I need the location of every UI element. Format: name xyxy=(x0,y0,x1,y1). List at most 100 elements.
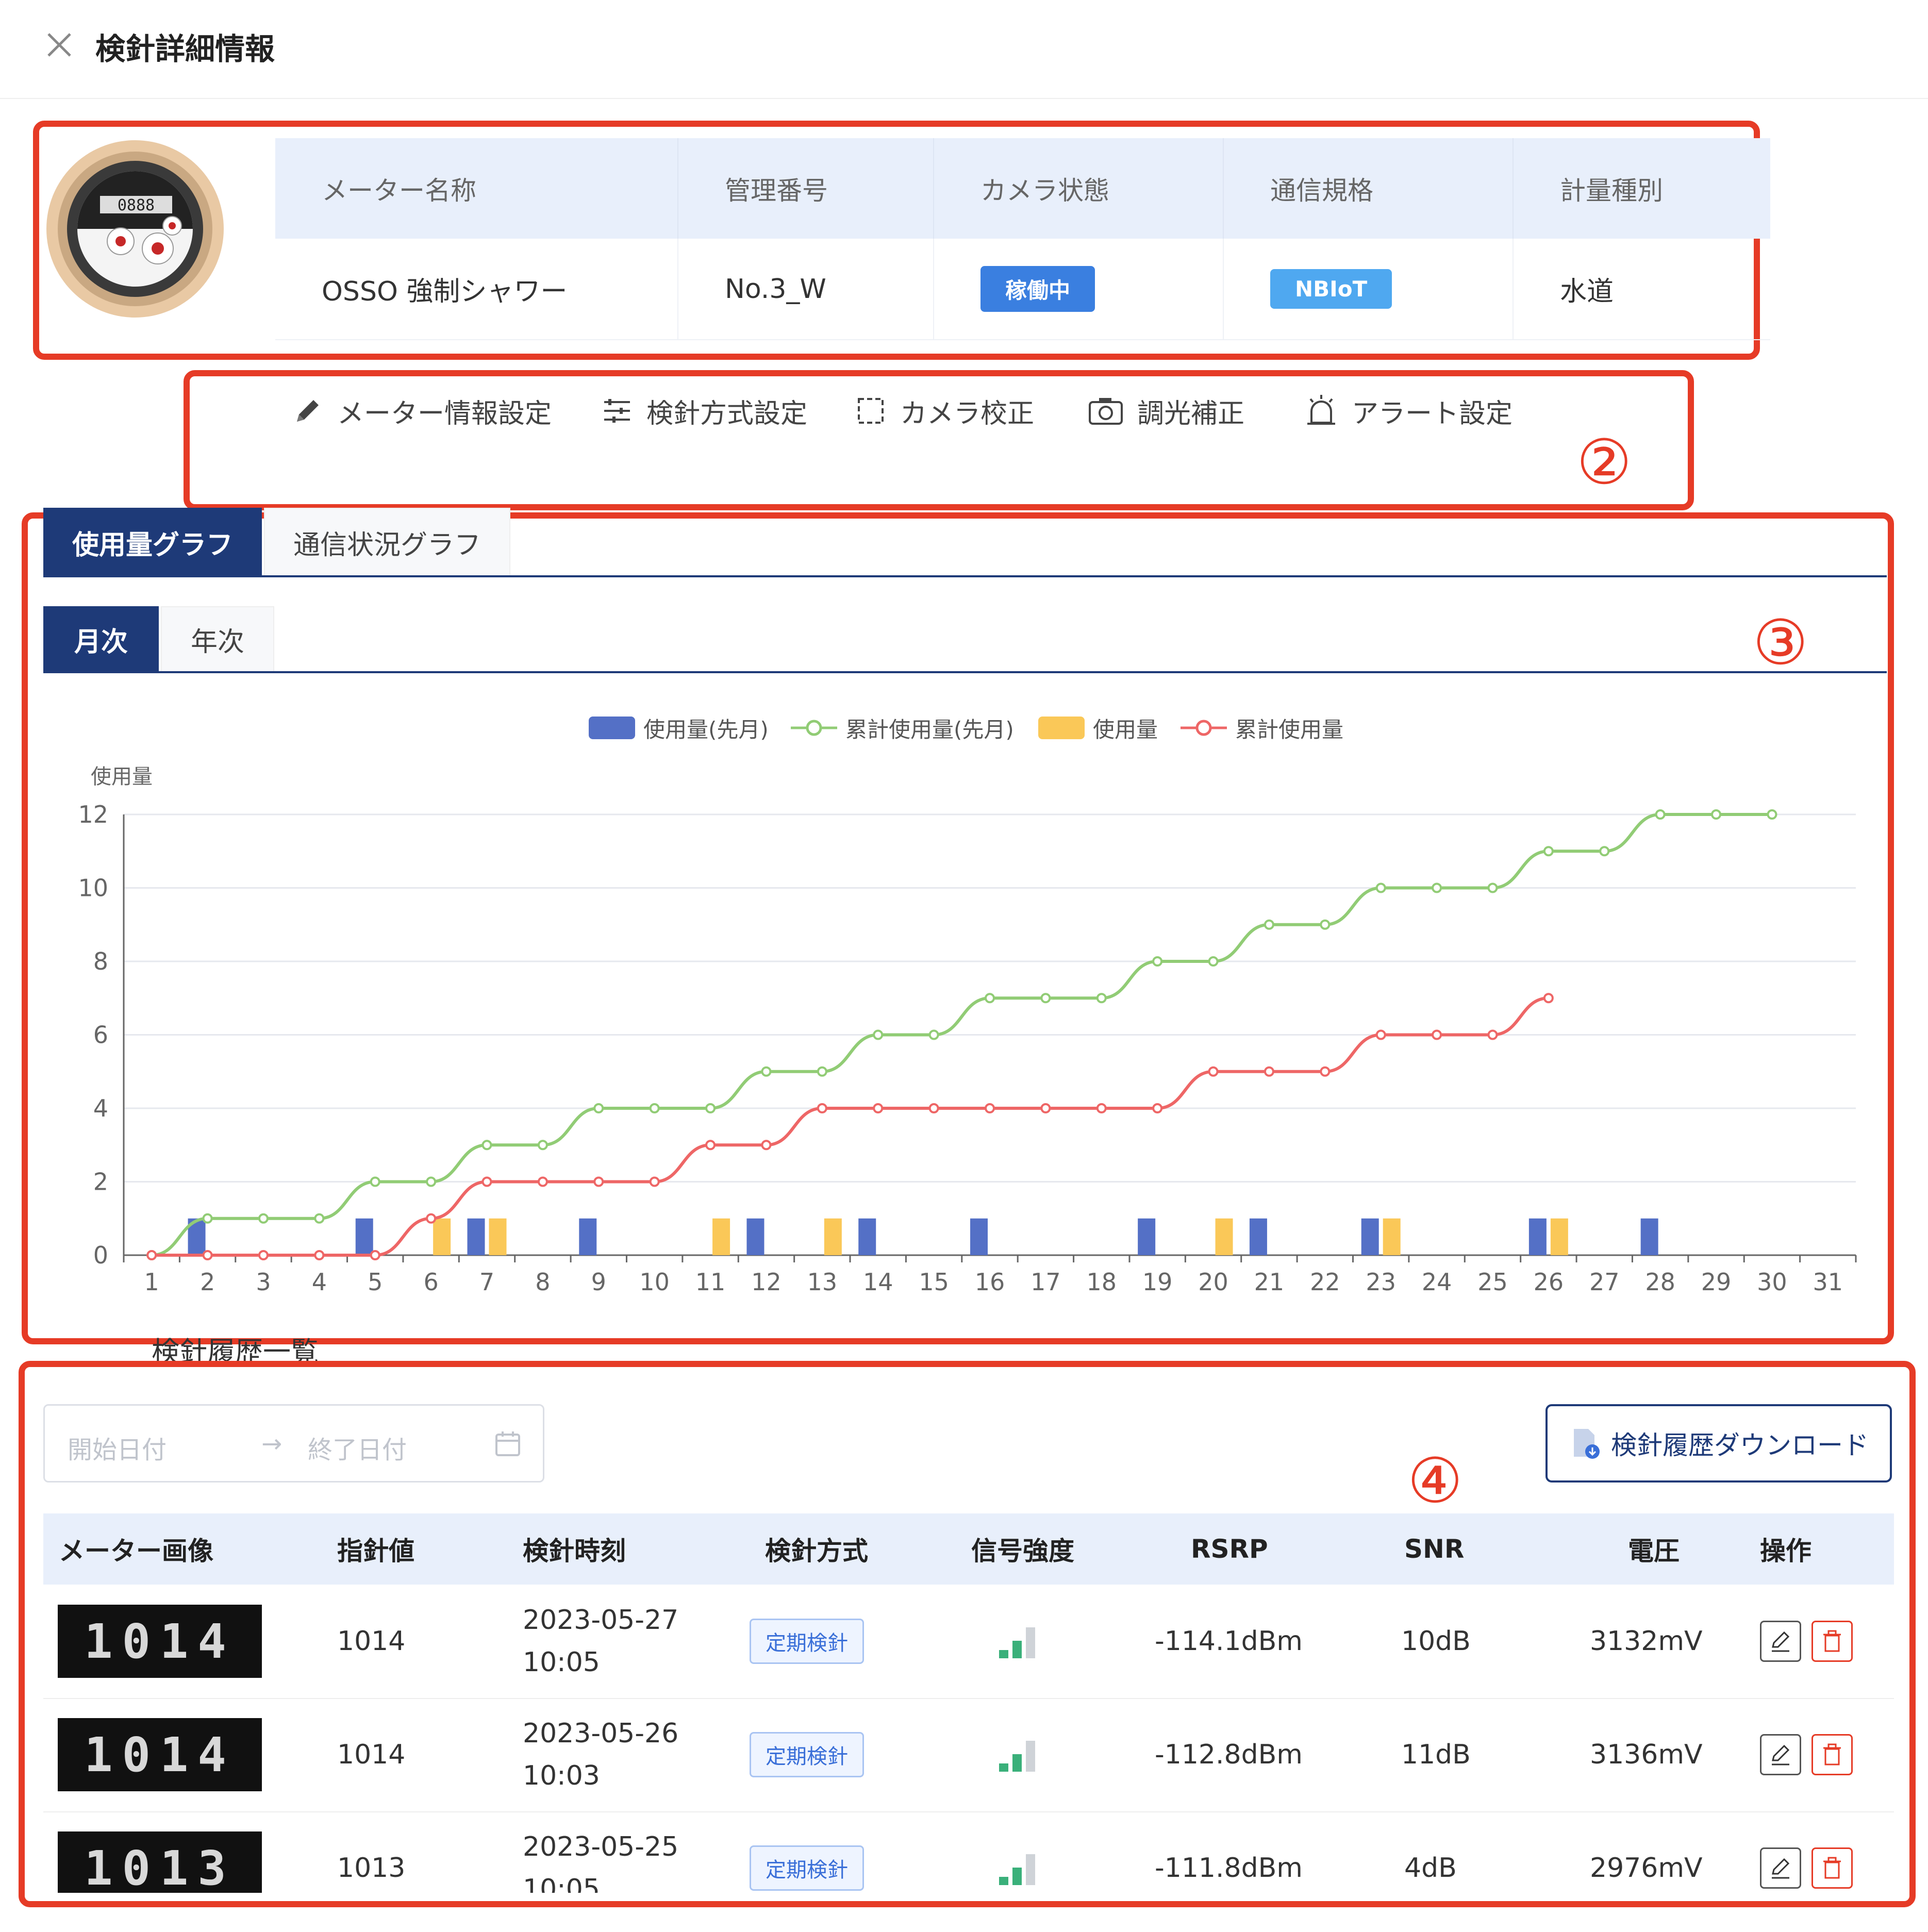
point-last-month-cumulative xyxy=(314,1213,325,1224)
snr-value: 10dB xyxy=(1401,1626,1471,1657)
dialog-title: 検針詳細情報 xyxy=(95,31,275,66)
meter-image-thumbnail[interactable]: 1014 xyxy=(58,1605,262,1678)
reading-method-badge: 定期検針 xyxy=(750,1619,864,1664)
point-cumulative xyxy=(258,1250,269,1260)
point-last-month-cumulative xyxy=(761,1066,772,1077)
bar-last-month-usage xyxy=(355,1218,373,1255)
x-tick-label: 16 xyxy=(975,1268,1005,1296)
edit-button[interactable] xyxy=(1760,1734,1801,1775)
reading-method-badge: 定期検針 xyxy=(750,1732,864,1777)
point-cumulative xyxy=(649,1176,660,1187)
x-tick-label: 28 xyxy=(1645,1268,1675,1296)
x-tick-label: 2 xyxy=(200,1268,215,1296)
bar-last-month-usage xyxy=(467,1218,485,1255)
legend-item-usage[interactable]: 使用量 xyxy=(1038,712,1158,743)
point-cumulative xyxy=(537,1176,548,1187)
meter-info-settings-label: メーター情報設定 xyxy=(337,398,552,429)
delete-button[interactable] xyxy=(1811,1621,1853,1662)
x-tick-label: 22 xyxy=(1310,1268,1340,1296)
legend-swatch-bar-blue xyxy=(589,717,635,739)
pencil-icon xyxy=(297,400,319,422)
light-correction-label: 調光補正 xyxy=(1137,398,1245,429)
close-icon[interactable] xyxy=(41,27,77,63)
x-tick-label: 17 xyxy=(1031,1268,1061,1296)
point-cumulative xyxy=(593,1176,604,1187)
x-tick-label: 8 xyxy=(535,1268,550,1296)
tab-yearly[interactable]: 年次 xyxy=(161,606,274,672)
meter-image-cell: 1013 xyxy=(58,1811,262,1893)
meter-info-settings-button[interactable]: メーター情報設定 xyxy=(292,388,552,434)
tab-comm-status-graph[interactable]: 通信状況グラフ xyxy=(264,508,510,577)
edit-button[interactable] xyxy=(1760,1621,1801,1662)
voltage-value: 3132mV xyxy=(1590,1626,1703,1657)
legend-swatch-line-red xyxy=(1181,720,1227,736)
point-last-month-cumulative xyxy=(1152,956,1163,967)
point-cumulative xyxy=(481,1176,492,1187)
start-date-input[interactable]: 開始日付 xyxy=(68,1429,167,1465)
legend-item-last-month-usage[interactable]: 使用量(先月) xyxy=(589,712,769,743)
col-reading-method: 検針方式 xyxy=(765,1536,868,1566)
camera-calibration-button[interactable]: カメラ校正 xyxy=(855,388,1034,434)
point-last-month-cumulative xyxy=(1543,846,1554,857)
download-history-label: 検針履歴ダウンロード xyxy=(1611,1430,1869,1460)
trash-icon xyxy=(1823,1630,1841,1652)
x-tick-label: 23 xyxy=(1366,1268,1396,1296)
meter-image-digits: 1014 xyxy=(84,1727,236,1783)
point-cumulative xyxy=(1432,1029,1442,1040)
x-tick-label: 13 xyxy=(807,1268,838,1296)
snr-value: 11dB xyxy=(1401,1739,1471,1770)
reading-value: 1014 xyxy=(337,1626,406,1657)
point-cumulative xyxy=(1487,1029,1498,1040)
delete-button[interactable] xyxy=(1811,1734,1853,1775)
light-correction-button[interactable]: 調光補正 xyxy=(1088,388,1244,434)
alarm-icon xyxy=(1307,395,1335,425)
svg-text:0888: 0888 xyxy=(118,196,155,214)
x-tick-label: 10 xyxy=(639,1268,670,1296)
tab-monthly[interactable]: 月次 xyxy=(43,606,159,672)
meter-image-cell: 1014 xyxy=(58,1698,262,1811)
point-cumulative xyxy=(1040,1103,1051,1113)
period-tab-underline xyxy=(43,671,1887,673)
bar-last-month-usage xyxy=(970,1218,988,1255)
bar-last-month-usage xyxy=(1640,1218,1658,1255)
date-range-picker[interactable]: 開始日付 → 終了日付 xyxy=(43,1404,544,1483)
meter-image-cell: 1014 xyxy=(58,1585,262,1698)
table-row: 1013 1013 2023-05-25 10:05 定期検針 -111.8dB… xyxy=(43,1811,1894,1893)
point-last-month-cumulative xyxy=(481,1140,492,1151)
reading-method-settings-button[interactable]: 検針方式設定 xyxy=(601,388,807,434)
legend-item-cumulative[interactable]: 累計使用量 xyxy=(1181,712,1343,743)
point-last-month-cumulative xyxy=(1655,809,1666,820)
point-last-month-cumulative xyxy=(1599,846,1610,857)
alert-settings-button[interactable]: アラート設定 xyxy=(1304,388,1513,434)
point-cumulative xyxy=(370,1250,380,1260)
x-tick-label: 9 xyxy=(591,1268,606,1296)
camera-status-cell: 稼働中 xyxy=(934,239,1224,340)
point-cumulative xyxy=(1096,1103,1107,1113)
x-tick-label: 4 xyxy=(312,1268,327,1296)
x-tick-label: 18 xyxy=(1087,1268,1117,1296)
meter-image-thumbnail[interactable]: 1014 xyxy=(58,1718,262,1791)
x-tick-label: 7 xyxy=(479,1268,494,1296)
legend-label: 使用量(先月) xyxy=(643,717,769,742)
y-tick-label: 2 xyxy=(93,1168,108,1196)
calendar-icon[interactable] xyxy=(493,1429,522,1458)
meter-image-digits: 1014 xyxy=(84,1613,236,1669)
meter-name-value: OSSO 強制シャワー xyxy=(275,239,678,340)
meter-image-thumbnail[interactable]: 1013 xyxy=(58,1831,262,1893)
point-cumulative xyxy=(985,1103,995,1113)
x-tick-label: 31 xyxy=(1813,1268,1843,1296)
point-cumulative xyxy=(1543,993,1554,1004)
bar-usage xyxy=(1215,1218,1233,1255)
camera-status-badge: 稼働中 xyxy=(980,266,1095,312)
edit-button[interactable] xyxy=(1760,1847,1801,1889)
delete-button[interactable] xyxy=(1811,1847,1853,1889)
bar-usage xyxy=(489,1218,507,1255)
point-cumulative xyxy=(873,1103,884,1113)
legend-item-last-month-cumulative[interactable]: 累計使用量(先月) xyxy=(791,712,1014,743)
download-history-button[interactable]: 検針履歴ダウンロード xyxy=(1545,1404,1892,1483)
meter-photo: 0888 xyxy=(46,140,224,318)
point-last-month-cumulative xyxy=(1432,882,1442,893)
end-date-input[interactable]: 終了日付 xyxy=(308,1429,407,1465)
tab-usage-graph[interactable]: 使用量グラフ xyxy=(43,508,262,577)
crop-frame-icon xyxy=(858,398,884,424)
